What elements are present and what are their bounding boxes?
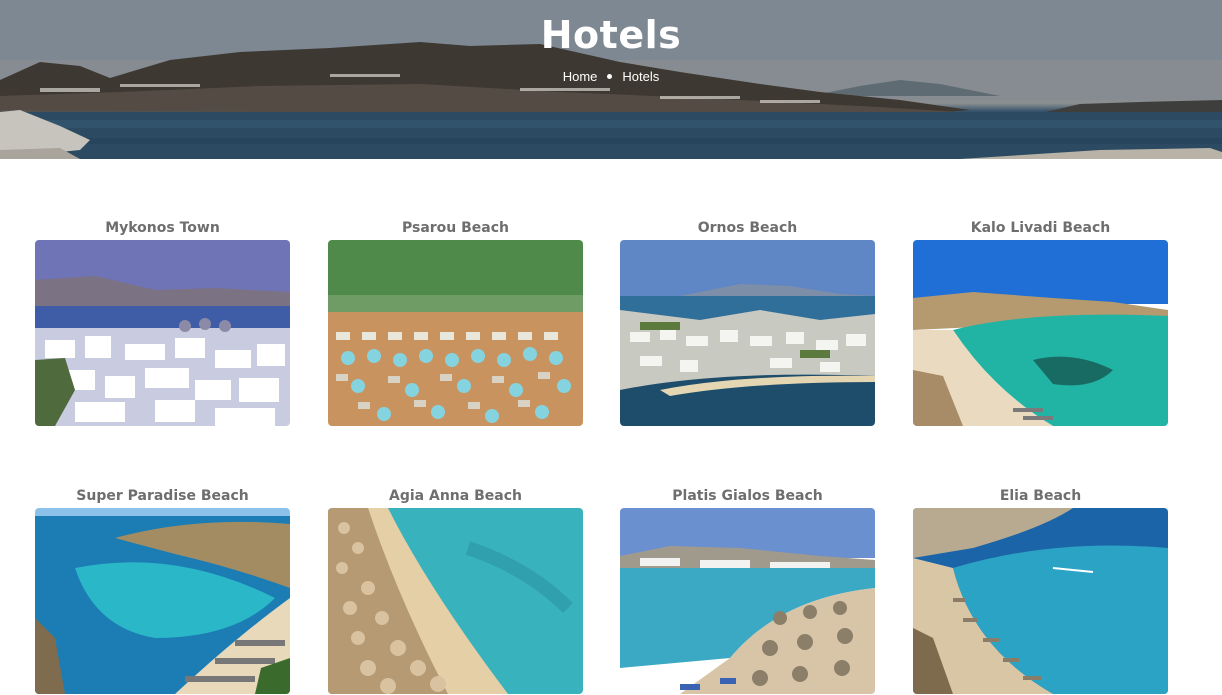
hotel-card-kalo-livadi-beach[interactable]: Kalo Livadi Beach <box>913 217 1168 426</box>
hotel-card-image[interactable] <box>620 508 875 694</box>
hotel-card-title[interactable]: Platis Gialos Beach <box>620 485 875 507</box>
hotel-card-super-paradise-beach[interactable]: Super Paradise Beach <box>35 485 290 694</box>
hotel-card-image[interactable] <box>328 508 583 694</box>
breadcrumb-current[interactable]: Hotels <box>622 69 659 84</box>
breadcrumb: Home Hotels <box>0 69 1222 84</box>
hotel-card-ornos-beach[interactable]: Ornos Beach <box>620 217 875 426</box>
hotel-card-title[interactable]: Agia Anna Beach <box>328 485 583 507</box>
hotel-card-image[interactable] <box>620 240 875 426</box>
hotel-card-title[interactable]: Psarou Beach <box>328 217 583 239</box>
hotel-card-title[interactable]: Elia Beach <box>913 485 1168 507</box>
breadcrumb-separator <box>607 74 613 79</box>
hero-banner: Hotels Home Hotels <box>0 0 1222 159</box>
hotel-card-image[interactable] <box>35 240 290 426</box>
page-title: Hotels <box>540 13 682 57</box>
breadcrumb-home-link[interactable]: Home <box>563 69 598 84</box>
hotel-card-agia-anna-beach[interactable]: Agia Anna Beach <box>328 485 583 694</box>
hotel-card-image[interactable] <box>35 508 290 694</box>
hotel-card-mykonos-town[interactable]: Mykonos Town <box>35 217 290 426</box>
hotel-card-image[interactable] <box>913 508 1168 694</box>
hotel-card-title[interactable]: Kalo Livadi Beach <box>913 217 1168 239</box>
hotel-card-psarou-beach[interactable]: Psarou Beach <box>328 217 583 426</box>
hotel-card-title[interactable]: Ornos Beach <box>620 217 875 239</box>
hotel-card-image[interactable] <box>328 240 583 426</box>
hotel-card-elia-beach[interactable]: Elia Beach <box>913 485 1168 694</box>
hotel-card-title[interactable]: Super Paradise Beach <box>35 485 290 507</box>
hotel-card-image[interactable] <box>913 240 1168 426</box>
hotel-card-platis-gialos-beach[interactable]: Platis Gialos Beach <box>620 485 875 694</box>
hotel-card-title[interactable]: Mykonos Town <box>35 217 290 239</box>
